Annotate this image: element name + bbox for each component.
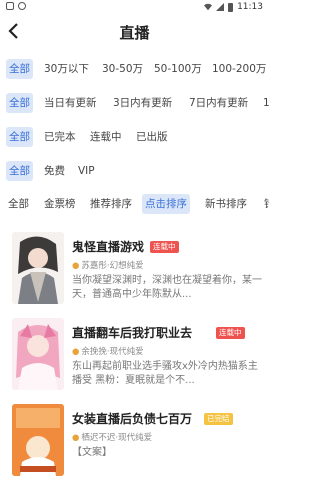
book-cover (12, 318, 64, 390)
book-title: 女装直播后负债七百万 (72, 412, 193, 426)
filter-row-status: 全部 已完本 连载中 已出版 (0, 124, 269, 158)
sort-tab[interactable]: 错 (264, 194, 269, 214)
filter-chip[interactable]: 全部 (6, 127, 33, 147)
filter-panel: 全部 30万以下 30-50万 50-100万 100-200万 全部 当日有更… (0, 56, 269, 192)
book-item[interactable]: 鬼怪直播游戏 连载中 ● 苏嘉彤·幻想纯爱 当你凝望深渊时，深渊也在凝望着你，某一… (0, 232, 269, 312)
sort-tabs: 全部 金票榜 推荐排序 点击排序 新书排序 错 (0, 193, 269, 215)
person-icon: ● (72, 433, 80, 443)
filter-chip[interactable]: 全部 (6, 93, 33, 113)
book-intro: 【文案】 (72, 447, 112, 458)
filter-chip[interactable]: 50-100万 (154, 59, 202, 79)
filter-chip[interactable]: 100-200万 (212, 59, 266, 79)
filter-chip[interactable]: VIP (78, 161, 95, 181)
filter-chip[interactable]: 7日内有更新 (189, 93, 248, 113)
person-icon: ● (72, 261, 80, 271)
filter-chip[interactable]: 全部 (6, 161, 33, 181)
filter-chip[interactable]: 当日有更新 (44, 93, 97, 113)
status-badge: 连载中 (216, 327, 245, 339)
filter-chip[interactable]: 全部 (6, 59, 33, 79)
header: 直播 (0, 18, 269, 46)
book-author: ● 苏嘉彤·幻想纯爱 (72, 261, 144, 271)
filter-row-price: 全部 免费 VIP (0, 158, 269, 192)
sort-tab[interactable]: 全部 (8, 194, 29, 214)
wifi-icon (204, 3, 213, 11)
filter-row-word-count: 全部 30万以下 30-50万 50-100万 100-200万 (0, 56, 269, 90)
filter-chip[interactable]: 已出版 (136, 127, 168, 147)
status-badge: 连载中 (150, 241, 179, 253)
status-badge: 已完结 (204, 413, 233, 425)
sort-tab[interactable]: 金票榜 (44, 194, 76, 214)
filter-chip[interactable]: 30-50万 (102, 59, 143, 79)
app-icon (18, 2, 26, 10)
person-icon: ● (72, 347, 80, 357)
book-title: 直播翻车后我打职业去 (72, 326, 193, 340)
book-item[interactable]: 女装直播后负债七百万 已完结 ● 栖迟不迟·现代纯爱 【文案】 (0, 404, 269, 478)
filter-row-update: 全部 当日有更新 3日内有更新 7日内有更新 1 (0, 90, 269, 124)
book-author: ● 栖迟不迟·现代纯爱 (72, 433, 153, 443)
book-cover (12, 232, 64, 304)
book-title: 鬼怪直播游戏 (72, 240, 145, 254)
filter-chip[interactable]: 30万以下 (44, 59, 89, 79)
notification-icon (6, 2, 14, 10)
signal-icon (216, 3, 225, 11)
filter-chip[interactable]: 免费 (44, 161, 65, 181)
page-title: 直播 (119, 24, 150, 42)
sort-tab[interactable]: 推荐排序 (90, 194, 132, 214)
status-bar: 11:13 (0, 0, 269, 14)
book-item[interactable]: 直播翻车后我打职业去 连载中 ● 余挽挽·现代纯爱 东山再起前职业选手骚攻x外冷内… (0, 318, 269, 398)
filter-chip[interactable]: 已完本 (44, 127, 76, 147)
status-time: 11:13 (237, 2, 263, 12)
filter-chip[interactable]: 3日内有更新 (113, 93, 172, 113)
book-intro: 东山再起前职业选手骚攻x外冷内热猫系主播受 黑粉：夏眠就是个不... (72, 361, 258, 386)
book-intro: 当你凝望深渊时，深渊也在凝望着你，某一天，普通高中少年陈默从... (72, 275, 262, 300)
book-cover (12, 404, 64, 476)
filter-chip[interactable]: 连载中 (90, 127, 122, 147)
book-author: ● 余挽挽·现代纯爱 (72, 347, 144, 357)
sort-tab-active[interactable]: 点击排序 (142, 194, 190, 214)
filter-chip[interactable]: 1 (263, 93, 269, 113)
battery-icon (228, 2, 234, 12)
sort-tab[interactable]: 新书排序 (205, 194, 247, 214)
